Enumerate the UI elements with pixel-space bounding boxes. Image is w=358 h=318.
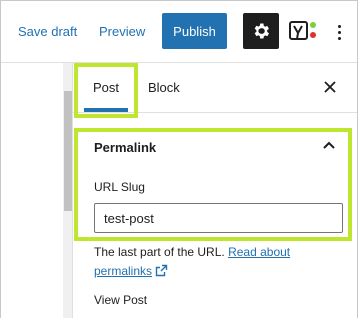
permalink-panel-title[interactable]: Permalink: [94, 140, 156, 155]
save-draft-button[interactable]: Save draft: [18, 24, 77, 40]
chevron-up-icon[interactable]: [323, 141, 335, 149]
scrollbar[interactable]: [63, 63, 73, 318]
editor-canvas: [1, 63, 63, 318]
publish-button[interactable]: Publish: [162, 13, 227, 49]
view-post-label: View Post: [94, 293, 148, 307]
url-slug-label: URL Slug: [94, 180, 145, 194]
tab-highlight-box: [74, 63, 138, 118]
permalink-help-text: The last part of the URL. Read about per…: [94, 243, 339, 281]
url-slug-input[interactable]: [94, 203, 343, 233]
yoast-seo-button[interactable]: [289, 19, 319, 43]
top-toolbar: Save draft Preview Publish: [1, 1, 357, 63]
gear-icon: [254, 23, 269, 39]
external-link-icon: [155, 264, 168, 277]
settings-button[interactable]: [243, 13, 279, 49]
scrollbar-thumb[interactable]: [64, 91, 72, 211]
close-sidebar-button[interactable]: [320, 77, 340, 97]
editor-window: Save draft Preview Publish Post Block Pe…: [0, 0, 358, 318]
tab-block[interactable]: Block: [148, 63, 180, 112]
settings-sidebar: Post Block Permalink URL Slug The last p…: [73, 63, 357, 318]
close-icon: [324, 81, 336, 93]
preview-button[interactable]: Preview: [99, 24, 145, 40]
vertical-ellipsis-icon: [337, 24, 341, 28]
yoast-seo-icon: [289, 21, 316, 40]
tab-block-label: Block: [148, 80, 180, 95]
help-text: The last part of the URL.: [94, 245, 225, 259]
more-options-button[interactable]: [334, 18, 344, 46]
